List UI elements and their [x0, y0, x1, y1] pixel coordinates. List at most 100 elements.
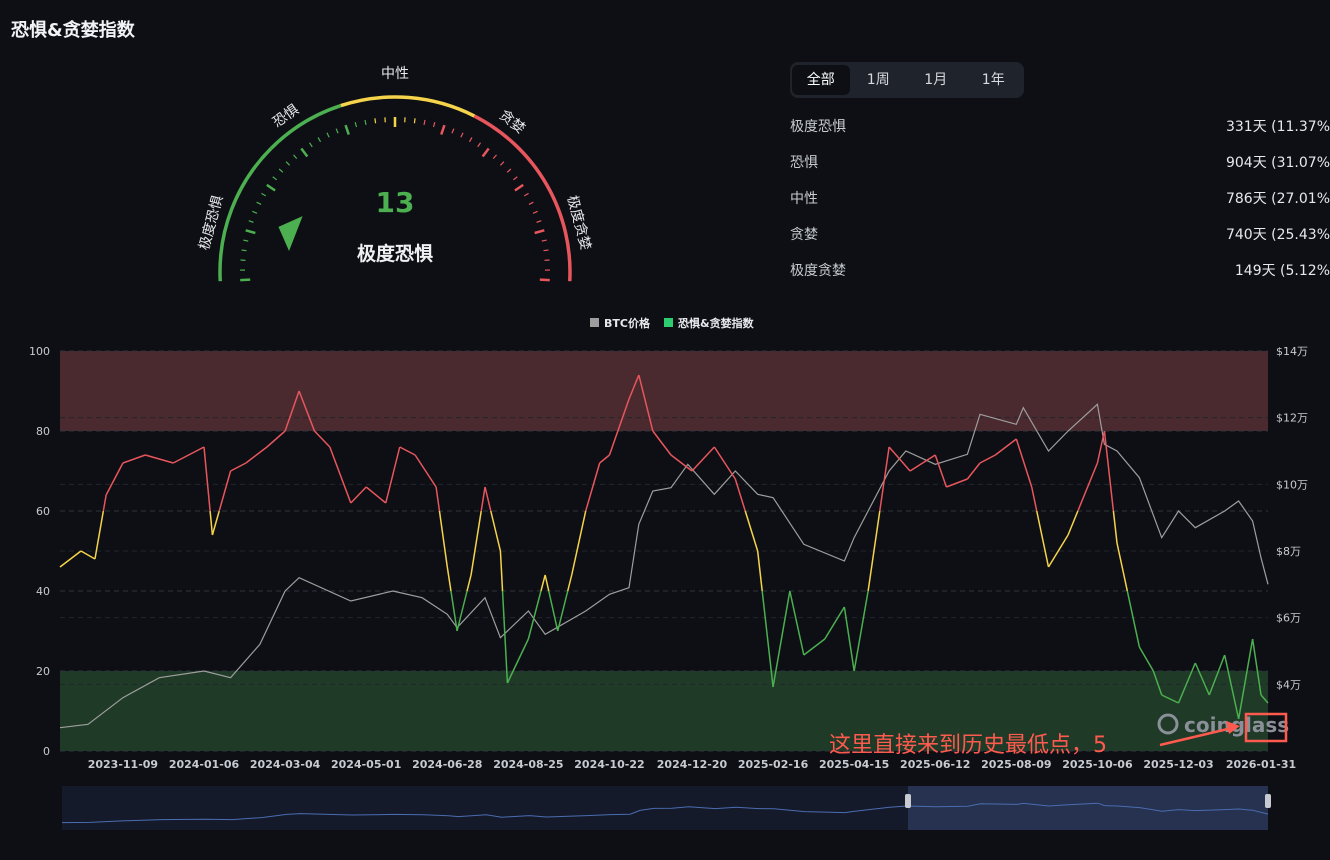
fear-greed-segment: [59, 550, 82, 568]
tab-1week[interactable]: 1周: [850, 65, 908, 95]
y-right-tick-label: $14万: [1276, 345, 1308, 358]
x-tick-label: 2025-04-15: [819, 758, 889, 771]
stat-label: 极度恐惧: [790, 119, 846, 135]
fear-greed-segment: [1103, 430, 1115, 512]
gauge-tick: [317, 137, 322, 143]
fear-greed-segment: [584, 462, 601, 512]
gauge-tick: [240, 278, 251, 282]
fear-greed-segment: [670, 454, 693, 472]
drag-handle-icon[interactable]: [1265, 794, 1271, 808]
fear-greed-segment: [122, 454, 146, 464]
fear-greed-segment: [789, 590, 805, 656]
gauge-tick: [308, 142, 313, 148]
fear-greed-segment: [1030, 486, 1038, 512]
legend-label[interactable]: BTC价格: [604, 316, 651, 330]
stat-value: 740天 (25.43%: [1225, 227, 1330, 243]
fear-greed-segment: [501, 590, 509, 684]
fear-greed-segment: [548, 590, 559, 632]
fear-greed-segment: [803, 638, 826, 656]
fear-greed-segment: [365, 486, 387, 504]
gauge-arc-extreme-fear: [218, 147, 273, 282]
gauge-tick: [326, 132, 330, 138]
gauge-tick: [532, 210, 538, 214]
page-title: 恐惧&贪婪指数: [11, 20, 135, 41]
drag-handle-icon[interactable]: [905, 794, 911, 808]
y-left-tick-label: 100: [29, 345, 50, 358]
fear-greed-segment: [399, 446, 416, 456]
tab-1year[interactable]: 1年: [965, 65, 1023, 95]
x-tick-label: 2026-01-31: [1226, 758, 1296, 771]
fear-greed-segment: [450, 590, 458, 632]
gauge-tick: [539, 278, 550, 282]
gauge-tick: [499, 161, 505, 166]
annotation-note: 这里直接来到历史最低点，5: [829, 733, 1107, 758]
fear-greed-segment: [756, 550, 763, 592]
tab-all[interactable]: 全部: [792, 65, 850, 95]
fear-greed-segment: [466, 574, 472, 592]
fear-greed-segment: [527, 590, 542, 640]
tab-1month[interactable]: 1月: [907, 65, 965, 95]
legend-swatch[interactable]: [664, 318, 673, 327]
gauge-tick: [300, 147, 309, 158]
navigator-selection[interactable]: [908, 786, 1268, 830]
fear-greed-segment: [456, 590, 468, 632]
gauge-tick: [364, 119, 367, 125]
gauge-tick: [536, 220, 542, 223]
stat-row-extreme-fear: 极度恐惧 331天 (11.37%: [790, 112, 1330, 148]
gauge-tick: [451, 128, 455, 134]
x-tick-label: 2024-05-01: [331, 758, 401, 771]
chart-band: [60, 351, 1268, 431]
x-tick-label: 2024-03-04: [250, 758, 321, 771]
gauge-arc-neutral: [340, 95, 476, 118]
y-left-tick-label: 20: [36, 665, 50, 678]
fear-greed-segment: [879, 446, 890, 512]
fear-greed-segment: [1077, 462, 1099, 512]
gauge-tick: [477, 142, 482, 148]
legend-label[interactable]: 恐惧&贪婪指数: [678, 316, 755, 330]
fear-greed-segment: [966, 462, 981, 480]
fear-greed-segment: [544, 574, 550, 592]
gauge-tick: [278, 168, 284, 173]
fear-greed-segment: [557, 590, 569, 632]
fear-greed-segment: [744, 510, 759, 552]
gauge-tick: [413, 118, 416, 124]
gauge-value: 13: [376, 186, 415, 219]
fear-greed-segment: [1067, 510, 1079, 536]
gauge-arc-greed: [473, 114, 572, 282]
fear-greed-segment: [853, 590, 869, 672]
fear-greed-segment: [94, 510, 105, 560]
fear-greed-chart: BTC价格 恐惧&贪婪指数 0 20 40 60 80 100 $4万 $6万 $8万 $10万 $12…: [29, 316, 1308, 830]
gauge-tick: [506, 168, 512, 173]
y-right-tick-label: $12万: [1276, 412, 1308, 425]
gauge-label: 极度恐惧: [357, 242, 433, 265]
fear-greed-segment: [979, 454, 996, 464]
fear-greed-segment: [230, 462, 247, 472]
fear-greed-segment: [80, 550, 96, 560]
sentiment-stats: 极度恐惧 331天 (11.37% 恐惧 904天 (31.07% 中性 786…: [790, 112, 1330, 292]
gauge-tick: [523, 192, 529, 197]
legend-swatch[interactable]: [590, 318, 599, 327]
fear-greed-segment: [652, 430, 672, 456]
stat-row-extreme-greed: 极度贪婪 149天 (5.12%: [790, 256, 1330, 292]
stat-label: 贪婪: [790, 227, 818, 243]
fear-greed-segment: [824, 606, 846, 640]
x-tick-label: 2024-01-06: [169, 758, 240, 771]
gauge-tick: [543, 249, 549, 252]
y-right-tick-label: $10万: [1276, 478, 1308, 491]
fear-greed-segment: [484, 486, 492, 512]
fear-greed-segment: [329, 446, 352, 504]
gauge-needle: [278, 216, 303, 252]
fear-greed-segment: [994, 438, 1017, 456]
fear-greed-segment: [102, 494, 107, 512]
fear-greed-segment: [446, 566, 452, 592]
gauge-tick: [460, 132, 464, 138]
stat-label: 恐惧: [790, 155, 818, 171]
fear-greed-segment: [480, 486, 486, 512]
time-range-tabs: 全部 1周 1月 1年: [790, 62, 1024, 98]
fear-greed-segment: [211, 510, 220, 536]
fear-greed-segment: [350, 486, 367, 504]
range-navigator[interactable]: [61, 786, 1271, 830]
fear-greed-segment: [570, 510, 587, 576]
y-left-tick-label: 80: [36, 425, 50, 438]
stat-value: 331天 (11.37%: [1225, 119, 1330, 135]
